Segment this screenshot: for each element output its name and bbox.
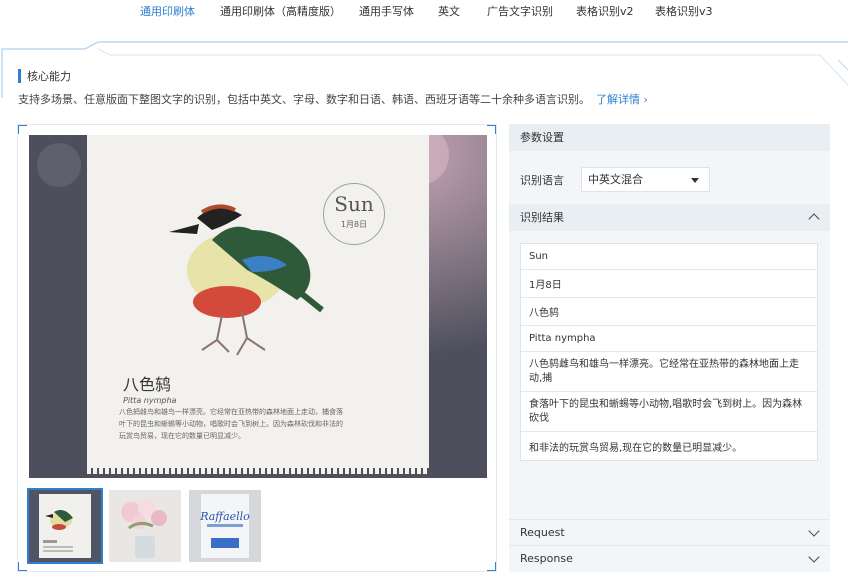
preview-image: Sun 1月8日 八色鸫 Pitta nympha 八色鸫雌鸟和雄鸟一样漂亮。它…: [29, 135, 487, 478]
request-toggle[interactable]: Request: [509, 519, 830, 545]
section-description: 支持多场景、任意版面下整图文字的识别，包括中英文、字母、数字和日语、韩语、西班牙…: [18, 91, 648, 107]
thumbnail-bird-card[interactable]: [27, 488, 103, 564]
tab-table-v2[interactable]: 表格识别v2: [576, 3, 634, 19]
chevron-up-icon: [808, 213, 820, 225]
bird-card-thumb-image: [29, 490, 101, 562]
raffaello-thumb-image: Raffaello: [189, 490, 261, 562]
card-bird-description: 八色鸫雌鸟和雄鸟一样漂亮。它经常在亚热带的森林地面上走动，捕食落叶下的昆虫和蜥蜴…: [119, 408, 343, 440]
tab-handwriting[interactable]: 通用手写体: [359, 3, 414, 19]
results-header[interactable]: 识别结果: [509, 204, 830, 231]
language-label: 识别语言: [520, 174, 564, 187]
result-row: 食落叶下的昆虫和蜥蜴等小动物,唱歌时会飞到树上。因为森林砍伐: [521, 392, 817, 432]
section-heading: 核心能力: [18, 69, 71, 83]
flowers-thumb-image: [109, 490, 181, 562]
response-toggle[interactable]: Response: [509, 545, 830, 571]
pitta-bird-illustration: [169, 204, 324, 356]
result-row: 和非法的玩赏鸟贸易,现在它的数量已明显减少。: [529, 442, 743, 454]
svg-text:Raffaello: Raffaello: [199, 510, 250, 523]
result-row: Pitta nympha: [521, 326, 817, 352]
tab-table-v3[interactable]: 表格识别v3: [655, 3, 713, 19]
request-label: Request: [520, 526, 565, 539]
result-panel: 参数设置 识别语言 中英文混合 识别结果 Sun 1月8日 八色鸫 Pitta …: [509, 124, 830, 572]
section-title: 核心能力: [27, 70, 71, 83]
description-text: 支持多场景、任意版面下整图文字的识别，包括中英文、字母、数字和日语、韩语、西班牙…: [18, 93, 590, 106]
calendar-card: Sun 1月8日 八色鸫 Pitta nympha 八色鸫雌鸟和雄鸟一样漂亮。它…: [87, 135, 429, 474]
results-list: Sun 1月8日 八色鸫 Pitta nympha 八色鸫雌鸟和雄鸟一样漂亮。它…: [520, 243, 818, 461]
tab-general-print-high-accuracy[interactable]: 通用印刷体（高精度版）: [220, 3, 341, 19]
caret-down-icon: [691, 178, 699, 183]
result-row: 1月8日: [521, 270, 817, 298]
thumbnail-flowers[interactable]: [109, 490, 181, 562]
tab-ad-text[interactable]: 广告文字识别: [487, 3, 553, 19]
demo-tabs: 通用印刷体 通用印刷体（高精度版） 通用手写体 英文 广告文字识别 表格识别v2…: [0, 0, 850, 22]
card-torn-edge: [87, 464, 429, 474]
tab-english[interactable]: 英文: [438, 3, 460, 19]
results-header-label: 识别结果: [520, 211, 564, 224]
language-select[interactable]: 中英文混合: [581, 167, 710, 192]
chevron-down-icon: [808, 525, 820, 537]
params-header: 参数设置: [509, 124, 830, 151]
learn-more-link[interactable]: 了解详情 ›: [596, 93, 648, 106]
card-bird-latin: Pitta nympha: [123, 396, 177, 405]
thumbnail-raffaello-box[interactable]: Raffaello: [189, 490, 261, 562]
language-value: 中英文混合: [588, 173, 643, 186]
response-label: Response: [520, 552, 573, 565]
tab-general-print[interactable]: 通用印刷体: [140, 3, 195, 19]
result-row: 八色鸫雌鸟和雄鸟一样漂亮。它经常在亚热带的森林地面上走动,捕: [521, 352, 817, 392]
result-row: Sun: [521, 244, 817, 270]
chevron-right-icon: ›: [643, 93, 648, 106]
card-bird-name: 八色鸫: [123, 375, 172, 394]
result-row: 八色鸫: [521, 298, 817, 326]
section-accent-bar: [18, 69, 21, 83]
chevron-down-icon: [808, 551, 820, 563]
